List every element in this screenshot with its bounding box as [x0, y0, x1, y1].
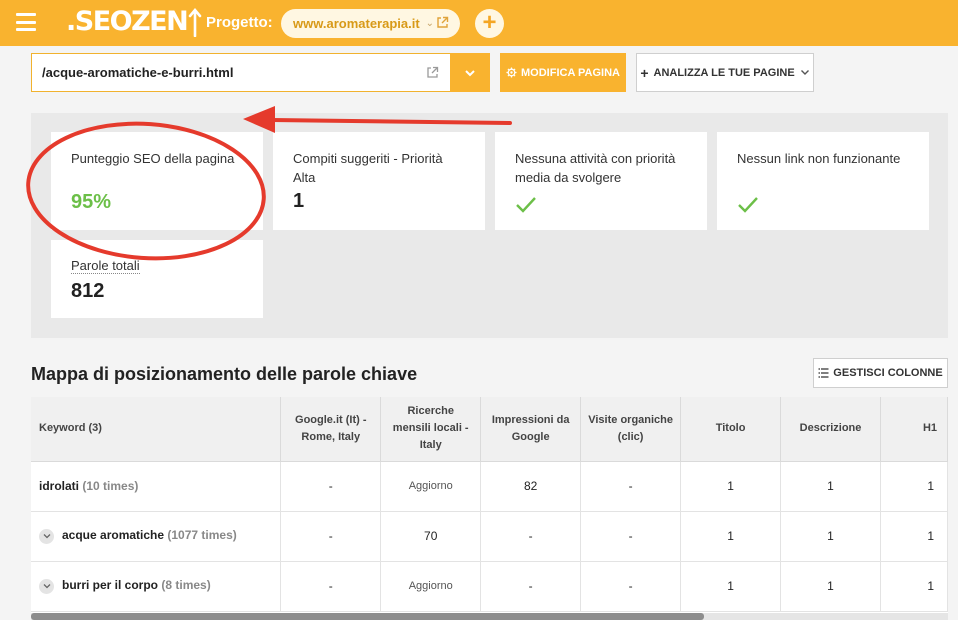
page-stats-panel: Punteggio SEO della pagina 95% Compiti s…	[31, 113, 948, 338]
table-header-row: Keyword (3) Google.it (It) - Rome, Italy…	[31, 397, 948, 462]
table-cell: -	[580, 561, 682, 612]
page-url-dropdown-button[interactable]	[450, 53, 490, 92]
keyword-cell: acque aromatiche (1077 times)	[31, 511, 282, 562]
page-url-value: /acque-aromatiche-e-burri.html	[42, 65, 234, 80]
gear-icon	[506, 67, 517, 78]
analyze-pages-button[interactable]: + ANALIZZA LE TUE PAGINE	[636, 53, 814, 92]
column-header-google-rank[interactable]: Google.it (It) - Rome, Italy	[280, 397, 382, 462]
table-cell: 1	[680, 511, 782, 562]
broken-links-card: Nessun link non funzionante	[717, 132, 929, 230]
keyword-count: (10 times)	[82, 479, 139, 493]
keyword-map-title: Mappa di posizionamento delle parole chi…	[31, 364, 418, 384]
high-priority-tasks-card[interactable]: Compiti suggeriti - Priorità Alta 1	[273, 132, 485, 230]
column-header-monthly-searches[interactable]: Ricerche mensili locali - Italy	[380, 397, 482, 462]
plus-icon: +	[640, 64, 649, 81]
column-header-title[interactable]: Titolo	[680, 397, 782, 462]
broken-links-label: Nessun link non funzionante	[737, 151, 901, 166]
table-cell: 1	[880, 561, 948, 612]
table-cell: 82	[480, 461, 582, 512]
keyword-cell: idrolati (10 times)	[31, 461, 282, 512]
keyword-text: acque aromatiche	[62, 528, 165, 543]
top-bar: .SEOZEN Progetto: www.aromaterapia.it ⌄ …	[0, 0, 958, 46]
seozen-logo[interactable]: .SEOZEN	[66, 6, 202, 37]
seo-score-card: Punteggio SEO della pagina 95%	[51, 132, 263, 230]
table-row: idrolati (10 times) - Aggiorno 82 - 1 1 …	[31, 461, 948, 512]
chevron-down-icon	[800, 70, 809, 75]
manage-columns-label: GESTISCI COLONNE	[833, 367, 943, 379]
project-name: www.aromaterapia.it	[293, 16, 420, 31]
analyze-pages-label: ANALIZZA LE TUE PAGINE	[653, 66, 795, 79]
plus-icon: +	[482, 8, 497, 36]
table-cell: Aggiorno	[380, 561, 482, 612]
medium-priority-tasks-card: Nessuna attività con priorità media da s…	[495, 132, 707, 230]
high-priority-value: 1	[293, 190, 305, 212]
column-header-description[interactable]: Descrizione	[780, 397, 881, 462]
add-project-button[interactable]: +	[475, 9, 504, 38]
edit-page-button[interactable]: MODIFICA PAGINA	[500, 53, 626, 92]
seo-score-value: 95%	[71, 191, 112, 213]
manage-columns-button[interactable]: GESTISCI COLONNE	[813, 358, 948, 388]
edit-page-label: MODIFICA PAGINA	[521, 66, 620, 79]
medium-priority-label: Nessuna attività con priorità media da s…	[515, 151, 676, 185]
table-cell: 1	[780, 461, 881, 512]
table-cell: 1	[780, 561, 881, 612]
table-cell: -	[580, 511, 682, 562]
table-cell: Aggiorno	[380, 461, 482, 512]
table-cell: -	[280, 561, 382, 612]
keyword-count: (8 times)	[161, 578, 211, 593]
scrollbar-thumb[interactable]	[31, 613, 704, 620]
page-url-field[interactable]: /acque-aromatiche-e-burri.html	[31, 53, 450, 92]
table-cell: 1	[880, 461, 948, 512]
logo-text: .SEOZEN	[66, 6, 189, 37]
table-cell: -	[480, 561, 582, 612]
chevron-down-icon	[465, 69, 475, 76]
menu-icon[interactable]	[16, 13, 36, 31]
column-header-impressions[interactable]: Impressioni da Google	[480, 397, 582, 462]
table-row: burri per il corpo (8 times) - Aggiorno …	[31, 561, 948, 612]
table-cell: -	[480, 511, 582, 562]
table-cell: 1	[880, 511, 948, 562]
column-header-h1[interactable]: H1	[880, 397, 948, 462]
column-header-keyword[interactable]: Keyword (3)	[31, 397, 282, 462]
table-cell: 1	[780, 511, 881, 562]
table-cell: 70	[380, 511, 482, 562]
expand-chevron-icon[interactable]	[39, 528, 54, 544]
column-header-organic-visits[interactable]: Visite organiche (clic)	[580, 397, 682, 462]
keyword-cell: burri per il corpo (8 times)	[31, 561, 282, 612]
external-link-icon[interactable]	[436, 16, 449, 29]
total-words-card: Parole totali 812	[51, 240, 263, 318]
project-selector[interactable]: www.aromaterapia.it ⌄	[281, 9, 460, 38]
horizontal-scrollbar[interactable]	[31, 613, 948, 620]
check-icon	[516, 197, 536, 213]
keyword-table: Keyword (3) Google.it (It) - Rome, Italy…	[31, 397, 948, 620]
keyword-count: (1077 times)	[167, 528, 237, 543]
logo-arrow-icon	[188, 7, 202, 37]
keyword-text: idrolati	[39, 479, 80, 493]
check-icon	[738, 197, 758, 213]
chevron-down-icon: ⌄	[425, 18, 435, 29]
seo-score-label: Punteggio SEO della pagina	[71, 151, 235, 166]
table-cell: 1	[680, 461, 782, 512]
expand-chevron-icon[interactable]	[39, 578, 54, 594]
table-cell: 1	[680, 561, 782, 612]
columns-icon	[818, 368, 829, 378]
project-label: Progetto:	[206, 14, 273, 31]
high-priority-label: Compiti suggeriti - Priorità Alta	[293, 151, 443, 185]
total-words-value: 812	[71, 280, 105, 302]
external-link-icon[interactable]	[426, 66, 439, 79]
keyword-text: burri per il corpo	[62, 578, 159, 593]
table-row: acque aromatiche (1077 times) - 70 - - 1…	[31, 511, 948, 562]
total-words-label[interactable]: Parole totali	[71, 258, 140, 274]
table-cell: -	[280, 461, 382, 512]
table-cell: -	[280, 511, 382, 562]
table-cell: -	[580, 461, 682, 512]
